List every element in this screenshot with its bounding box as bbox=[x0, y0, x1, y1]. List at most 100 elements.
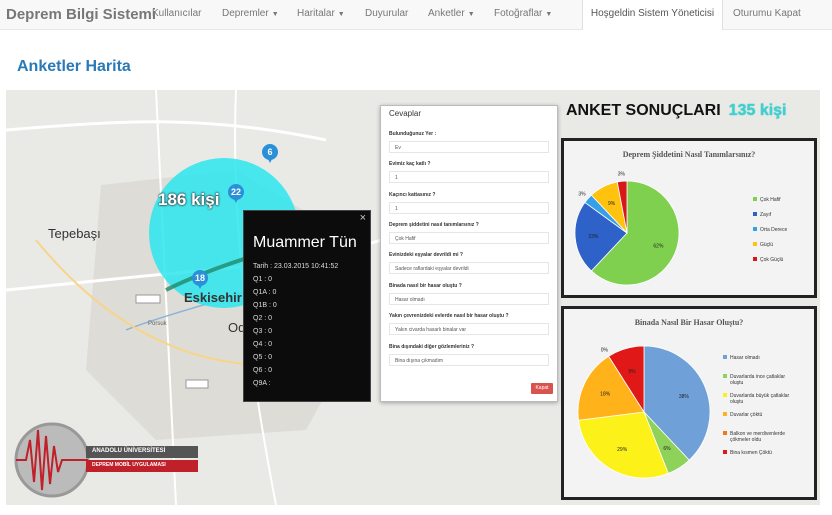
popup-row: Q5 : 0 bbox=[253, 354, 273, 361]
circle-count-label: 186 kişi bbox=[158, 190, 220, 209]
legend-label: Çok Hafif bbox=[760, 197, 781, 203]
popup-row: Q3 : 0 bbox=[253, 328, 273, 335]
nav-haritalar[interactable]: Haritalar ▼ bbox=[297, 8, 345, 19]
survey-count: 135 kişi bbox=[728, 102, 787, 119]
close-icon[interactable]: × bbox=[360, 212, 366, 224]
slice-label: 23% bbox=[588, 234, 599, 240]
slice-label: 18% bbox=[600, 392, 611, 398]
logout-link[interactable]: Oturumu Kapat bbox=[733, 8, 801, 19]
answer-field[interactable]: Sadece raflardaki eşyalar devrildi bbox=[389, 262, 549, 274]
legend-swatch bbox=[753, 212, 757, 216]
brand[interactable]: Deprem Bilgi Sistemi bbox=[6, 6, 156, 23]
answer-question: Bina dışındaki diğer gözlemleriniz ? bbox=[389, 344, 475, 350]
answers-panel: Cevaplar Bulunduğunuz Yer : Ev Evimiz ka… bbox=[380, 105, 558, 402]
pie-chart-damage: Binada Nasıl Bir Hasar Oluştu? 38% 6% 29% 18… bbox=[577, 318, 790, 479]
popup-row: Q6 : 0 bbox=[253, 367, 273, 374]
answer-question: Kaçıncı kattasınız ? bbox=[389, 192, 436, 198]
answer-field[interactable]: Hasar olmadı bbox=[389, 293, 549, 305]
chart-damage: Binada Nasıl Bir Hasar Oluştu? 38% 6% 29% 18… bbox=[561, 306, 817, 500]
legend-label: Hasar olmadı bbox=[730, 355, 760, 361]
legend-label: çökmeler oldu bbox=[730, 437, 761, 443]
place-label: Tepebaşı bbox=[48, 226, 101, 241]
slice-label: 3% bbox=[618, 171, 626, 177]
answer-field[interactable]: Yakın civarda hasarlı binalar var bbox=[389, 323, 549, 335]
caret-down-icon: ▼ bbox=[337, 11, 345, 18]
map-marker[interactable]: 18 bbox=[192, 270, 208, 289]
legend-label: Orta Derece bbox=[760, 227, 787, 233]
caret-down-icon: ▼ bbox=[271, 11, 279, 18]
answer-question: Deprem şiddetini nasıl tanımlarsınız ? bbox=[389, 222, 479, 228]
caret-down-icon: ▼ bbox=[467, 11, 475, 18]
popup-name: Muammer Tün bbox=[253, 234, 357, 251]
nav-welcome[interactable]: Hoşgeldin Sistem Yöneticisi bbox=[582, 0, 723, 30]
popup-row: Q2 : 0 bbox=[253, 315, 273, 322]
page-title: Anketler Harita bbox=[17, 58, 131, 75]
legend-label: Zayıf bbox=[760, 212, 772, 218]
answer-question: Evinizdeki eşyalar devrildi mi ? bbox=[389, 252, 463, 258]
legend-swatch bbox=[723, 450, 727, 454]
survey-title: ANKET SONUÇLARI bbox=[566, 102, 721, 119]
slice-label: 6% bbox=[663, 446, 671, 452]
pie-chart-intensity: Deprem Şiddetini Nasıl Tanımlarsınız? 62%… bbox=[574, 150, 787, 286]
legend-swatch bbox=[753, 242, 757, 246]
nav-anketler[interactable]: Anketler ▼ bbox=[428, 8, 475, 19]
nav-duyurular[interactable]: Duyurular bbox=[365, 8, 408, 19]
chart-intensity: Deprem Şiddetini Nasıl Tanımlarsınız? 62%… bbox=[561, 138, 817, 298]
legend-swatch bbox=[723, 355, 727, 359]
nav-kullanicilar[interactable]: Kullanıcılar bbox=[152, 8, 201, 19]
slice-label: 29% bbox=[617, 447, 628, 453]
logo-line1: ANADOLU ÜNİVERSİTESİ bbox=[92, 448, 166, 454]
legend-swatch bbox=[723, 374, 727, 378]
legend-swatch bbox=[753, 227, 757, 231]
legend-swatch bbox=[723, 431, 727, 435]
place-label: Eskisehir bbox=[184, 290, 242, 305]
logo-line2: DEPREM MOBİL UYGULAMASI bbox=[92, 462, 166, 468]
legend-swatch bbox=[723, 393, 727, 397]
caret-down-icon: ▼ bbox=[545, 11, 553, 18]
nav-fotograflar[interactable]: Fotoğraflar ▼ bbox=[494, 8, 552, 19]
navbar: Deprem Bilgi Sistemi Kullanıcılar Deprem… bbox=[0, 0, 832, 30]
svg-text:Porsuk: Porsuk bbox=[148, 321, 168, 327]
chart-title: Deprem Şiddetini Nasıl Tanımlarsınız? bbox=[623, 150, 756, 159]
close-button[interactable]: Kapat bbox=[531, 383, 553, 394]
legend-label: Çok Güçlü bbox=[760, 257, 784, 263]
legend-swatch bbox=[723, 412, 727, 416]
popup-row: Tarih : 23.03.2015 10:41:52 bbox=[253, 263, 339, 270]
map-marker[interactable]: 6 bbox=[262, 144, 278, 163]
slice-label: 9% bbox=[608, 201, 616, 207]
answer-question: Bulunduğunuz Yer : bbox=[389, 131, 437, 137]
legend-label: Duvarlar çöktü bbox=[730, 412, 762, 418]
answer-question: Binada nasıl bir hasar oluştu ? bbox=[389, 283, 462, 289]
slice-label: 38% bbox=[679, 394, 690, 400]
answer-field[interactable]: 1 bbox=[389, 171, 549, 183]
popup-row: Q1B : 0 bbox=[253, 302, 277, 309]
nav-depremler[interactable]: Depremler ▼ bbox=[222, 8, 279, 19]
answer-field[interactable]: Bina dışına çıkmadım bbox=[389, 354, 549, 366]
slice-label: 0% bbox=[601, 348, 609, 354]
legend-swatch bbox=[753, 257, 757, 261]
map-marker[interactable]: 22 bbox=[228, 184, 244, 203]
answer-field[interactable]: Ev bbox=[389, 141, 549, 153]
slice-label: 62% bbox=[653, 243, 664, 249]
popup-row: Q9A : bbox=[253, 380, 271, 387]
legend-label: Bina kısmen Çöktü bbox=[730, 450, 772, 456]
answers-title: Cevaplar bbox=[389, 109, 422, 118]
slice-label: 3% bbox=[578, 191, 586, 197]
legend-label: oluştu bbox=[730, 399, 744, 405]
slice-label: 9% bbox=[628, 369, 636, 375]
answer-question: Evimiz kaç katlı ? bbox=[389, 161, 431, 167]
answer-question: Yakın çevrenizdeki evlerde nasıl bir has… bbox=[389, 313, 509, 319]
answer-field[interactable]: Çok Hafif bbox=[389, 232, 549, 244]
popup-row: Q1 : 0 bbox=[253, 276, 273, 283]
popup-row: Q4 : 0 bbox=[253, 341, 273, 348]
answer-field[interactable]: 1 bbox=[389, 202, 549, 214]
university-logo bbox=[14, 422, 198, 498]
survey-header: ANKET SONUÇLARI 135 kişi bbox=[566, 102, 787, 120]
legend-label: Güçlü bbox=[760, 242, 773, 248]
legend-label: oluştu bbox=[730, 380, 744, 386]
legend-swatch bbox=[753, 197, 757, 201]
user-popup: × Muammer Tün Tarih : 23.03.2015 10:41:5… bbox=[243, 210, 371, 402]
map[interactable]: Porsuk Tepebaşı Eskisehir Od 186 kişi 6 … bbox=[6, 90, 820, 505]
popup-row: Q1A : 0 bbox=[253, 289, 277, 296]
chart-title: Binada Nasıl Bir Hasar Oluştu? bbox=[635, 318, 744, 327]
